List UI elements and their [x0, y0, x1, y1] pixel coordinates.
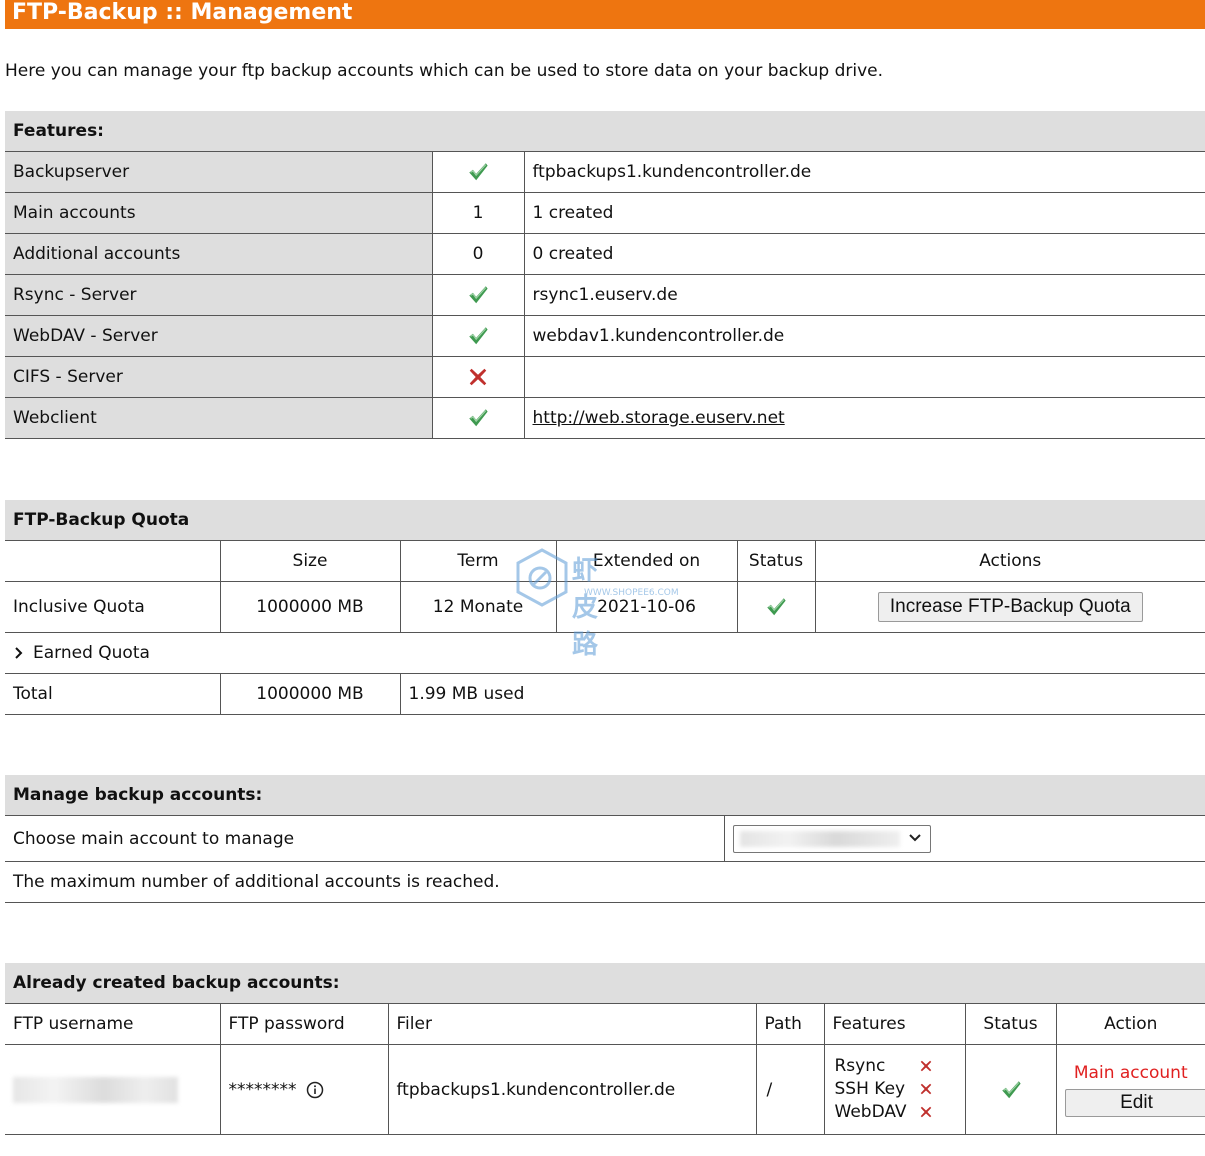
check-icon — [467, 407, 489, 429]
feature-name: Webclient — [5, 397, 433, 439]
quota-size: 1000000 MB — [220, 581, 401, 633]
col-features: Features — [824, 1003, 966, 1045]
feature-count: 1 — [432, 192, 525, 234]
earned-quota-label[interactable]: Earned Quota — [33, 643, 150, 663]
accounts-header: Already created backup accounts: — [5, 963, 1205, 1004]
check-icon — [1000, 1079, 1022, 1101]
selected-account-redacted — [739, 830, 900, 847]
feature-value: 1 created — [524, 192, 1205, 234]
chevron-down-icon — [908, 833, 921, 841]
feature-ssh-key: SSH Key — [835, 1078, 957, 1101]
quota-used: 1.99 MB used — [400, 673, 1205, 715]
features-header: Features: — [5, 111, 1205, 152]
manage-header: Manage backup accounts: — [5, 775, 1205, 816]
features-table: Features: Backupserver ftpbackups1.kunde… — [5, 111, 1205, 439]
cross-icon — [919, 1059, 933, 1073]
col-path: Path — [756, 1003, 825, 1045]
watermark-logo-icon — [516, 548, 568, 607]
feature-value — [524, 356, 1205, 398]
ftp-password: ******** — [228, 1079, 297, 1100]
feature-value: 0 created — [524, 233, 1205, 275]
intro-text: Here you can manage your ftp backup acco… — [5, 61, 883, 81]
feature-name: Main accounts — [5, 192, 433, 234]
edit-button[interactable]: Edit — [1064, 1088, 1205, 1117]
quota-col-label — [5, 540, 221, 582]
feature-row-rsync: Rsync - Server rsync1.euserv.de — [5, 274, 1205, 316]
accounts-columns: FTP username FTP password Filer Path Fea… — [5, 1003, 1205, 1045]
feature-name: Backupserver — [5, 151, 433, 193]
feature-row-additional-accounts: Additional accounts 0 0 created — [5, 233, 1205, 275]
watermark: 虾皮路 WWW.SHOPEE6.COM — [514, 548, 679, 660]
quota-row-total: Total 1000000 MB 1.99 MB used — [5, 673, 1205, 715]
col-ftp-username: FTP username — [5, 1003, 221, 1045]
cross-icon — [919, 1105, 933, 1119]
feature-row-backupserver: Backupserver ftpbackups1.kundencontrolle… — [5, 151, 1205, 193]
chevron-right-icon[interactable] — [13, 646, 25, 660]
filer: ftpbackups1.kundencontroller.de — [388, 1044, 757, 1135]
feature-row-cifs: CIFS - Server — [5, 356, 1205, 398]
quota-row-earned[interactable]: Earned Quota — [5, 632, 1205, 674]
quota-label: Total — [5, 673, 221, 715]
webclient-link[interactable]: http://web.storage.euserv.net — [533, 408, 785, 428]
quota-size: 1000000 MB — [220, 673, 401, 715]
feature-value: ftpbackups1.kundencontroller.de — [524, 151, 1205, 193]
feature-value: rsync1.euserv.de — [524, 274, 1205, 316]
feature-name: Additional accounts — [5, 233, 433, 275]
feature-name: Rsync - Server — [5, 274, 433, 316]
feature-row-webdav: WebDAV - Server webdav1.kundencontroller… — [5, 315, 1205, 357]
choose-label: Choose main account to manage — [5, 815, 725, 862]
watermark-text: 虾皮路 — [572, 556, 601, 660]
features-list: Rsync SSH Key WebDAV — [835, 1055, 957, 1124]
feature-value: webdav1.kundencontroller.de — [524, 315, 1205, 357]
feature-count: 0 — [432, 233, 525, 275]
check-icon — [467, 284, 489, 306]
quota-label: Inclusive Quota — [5, 581, 221, 633]
main-account-select[interactable] — [732, 824, 931, 853]
quota-col-size: Size — [220, 540, 401, 582]
page-title: FTP-Backup :: Management — [5, 0, 1205, 29]
quota-col-status: Status — [737, 540, 816, 582]
manage-choose-row: Choose main account to manage — [5, 815, 1205, 862]
col-action: Action — [1056, 1003, 1205, 1045]
check-icon — [467, 325, 489, 347]
manage-table: Manage backup accounts: Choose main acco… — [5, 775, 1205, 903]
path: / — [756, 1044, 825, 1135]
max-accounts-text: The maximum number of additional account… — [5, 861, 1205, 903]
feature-webdav: WebDAV — [835, 1101, 957, 1124]
quota-header: FTP-Backup Quota — [5, 500, 1205, 541]
increase-quota-button[interactable]: Increase FTP-Backup Quota — [877, 592, 1143, 622]
col-ftp-password: FTP password — [220, 1003, 389, 1045]
feature-row-main-accounts: Main accounts 1 1 created — [5, 192, 1205, 234]
accounts-table: Already created backup accounts: FTP use… — [5, 963, 1205, 1135]
col-status: Status — [965, 1003, 1057, 1045]
cross-icon — [467, 366, 489, 388]
info-icon[interactable] — [306, 1081, 324, 1099]
quota-columns: Size Term Extended on Status Actions — [5, 540, 1205, 582]
manage-max-row: The maximum number of additional account… — [5, 861, 1205, 903]
watermark-url: WWW.SHOPEE6.COM — [584, 588, 679, 598]
check-icon — [467, 161, 489, 183]
feature-name: WebDAV - Server — [5, 315, 433, 357]
table-row: ******** ftpbackups1.kundencontroller.de… — [5, 1044, 1205, 1135]
cross-icon — [919, 1082, 933, 1096]
col-filer: Filer — [388, 1003, 757, 1045]
check-icon — [765, 596, 787, 618]
feature-row-webclient: Webclient http://web.storage.euserv.net — [5, 397, 1205, 439]
feature-rsync: Rsync — [835, 1055, 957, 1078]
quota-table: FTP-Backup Quota Size Term Extended on S… — [5, 500, 1205, 715]
quota-col-actions: Actions — [815, 540, 1205, 582]
main-account-label: Main account — [1073, 1062, 1188, 1083]
feature-name: CIFS - Server — [5, 356, 433, 398]
ftp-username-redacted — [13, 1076, 178, 1103]
